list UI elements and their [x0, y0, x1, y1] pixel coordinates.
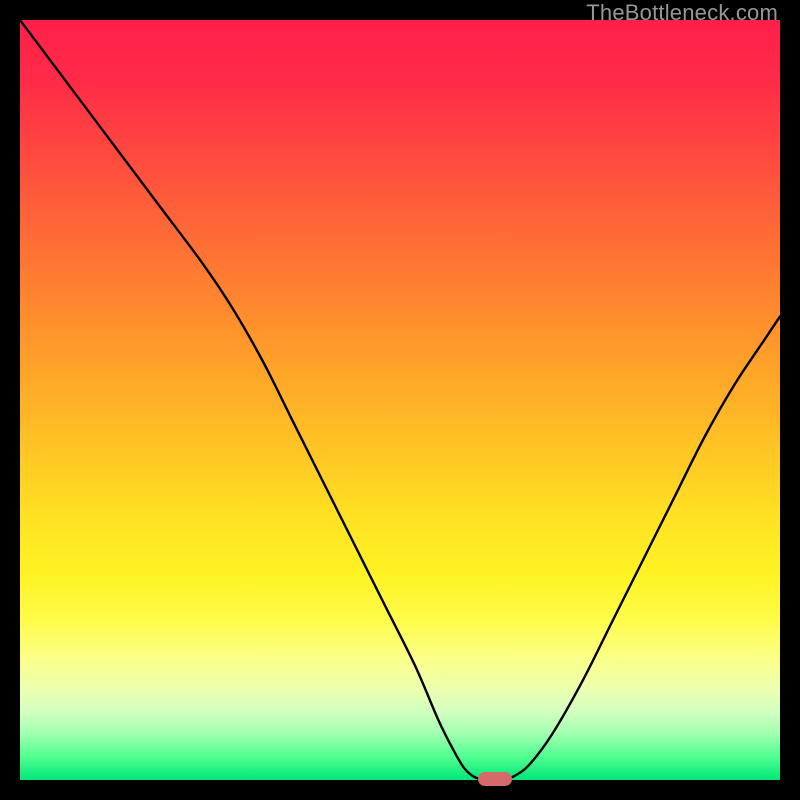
bottleneck-curve: [20, 20, 780, 780]
chart-frame: TheBottleneck.com: [0, 0, 800, 800]
plot-area: [20, 20, 780, 780]
optimal-point-marker: [478, 772, 512, 786]
